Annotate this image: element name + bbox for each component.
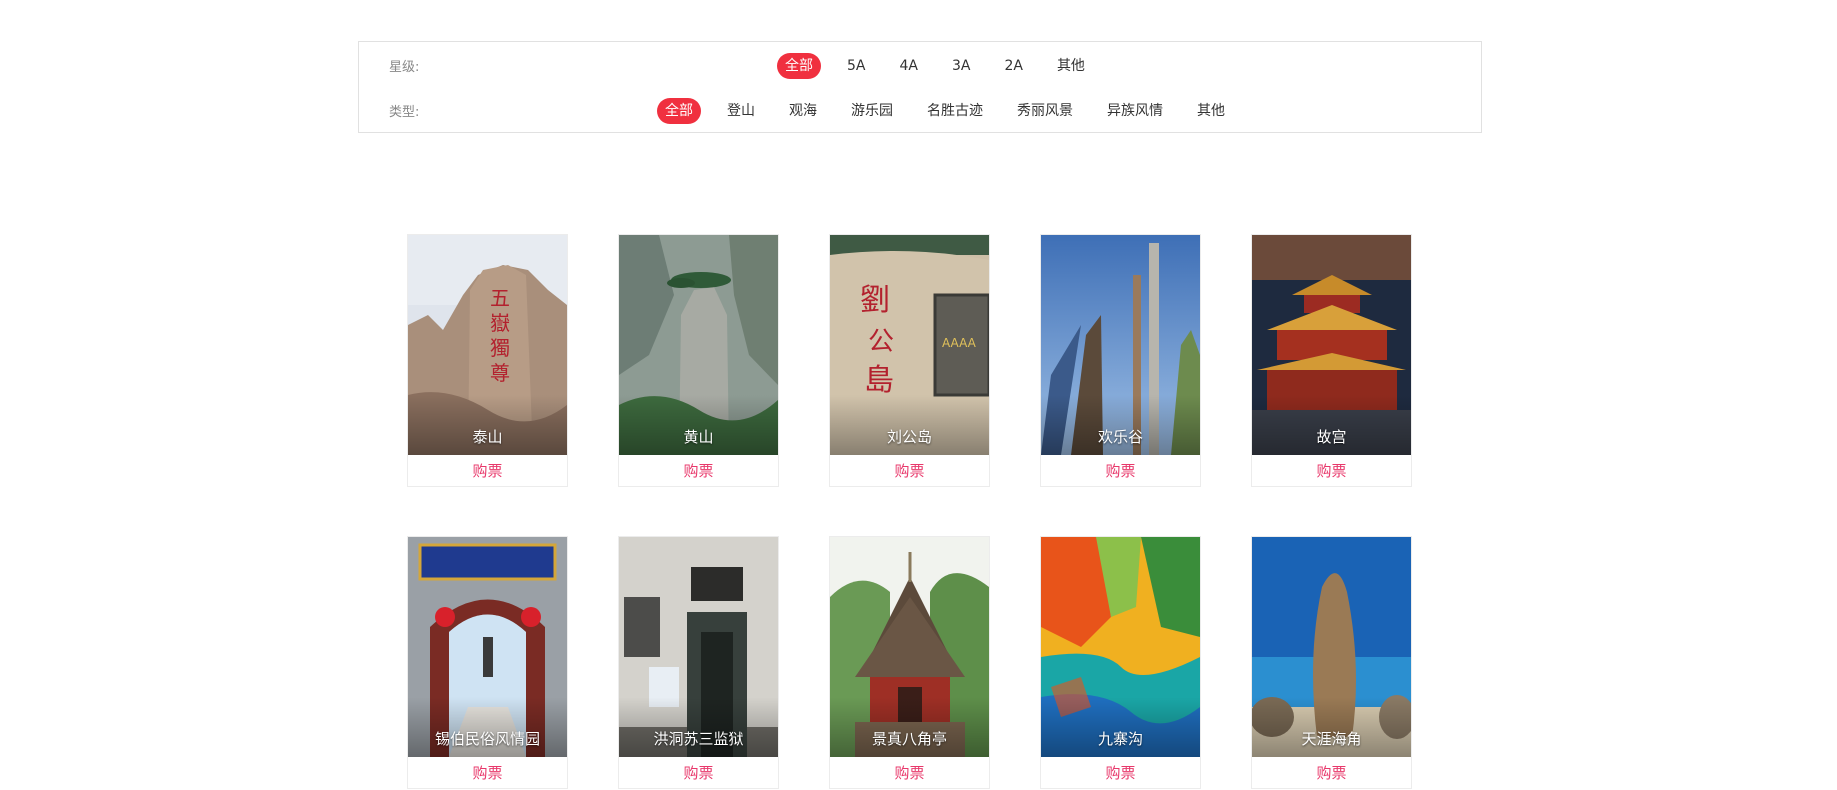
svg-text:島: 島 <box>864 363 894 398</box>
attraction-card[interactable]: 故宫 购票 <box>1251 234 1412 487</box>
attraction-card[interactable]: 锡伯民俗风情园 购票 <box>407 536 568 789</box>
svg-text:獨: 獨 <box>490 336 510 360</box>
attraction-card[interactable]: 洪洞苏三监狱 购票 <box>618 536 779 789</box>
svg-text:劉: 劉 <box>860 283 890 318</box>
type-option-scenery[interactable]: 秀丽风景 <box>1009 98 1081 124</box>
type-option-other[interactable]: 其他 <box>1189 98 1233 124</box>
star-option-4a[interactable]: 4A <box>891 53 925 79</box>
buy-ticket-link[interactable]: 购票 <box>1252 758 1411 788</box>
attraction-card[interactable]: AAAA 劉 公 島 刘公岛 购票 <box>829 234 990 487</box>
attraction-name: 景真八角亭 <box>871 730 947 748</box>
type-option-amusement-park[interactable]: 游乐园 <box>843 98 901 124</box>
type-option-mountain[interactable]: 登山 <box>719 98 763 124</box>
buy-ticket-link[interactable]: 购票 <box>408 456 567 486</box>
svg-text:公: 公 <box>868 327 894 357</box>
type-option-ethnic-culture[interactable]: 异族风情 <box>1099 98 1171 124</box>
star-option-3a[interactable]: 3A <box>944 53 978 79</box>
buy-ticket-link[interactable]: 购票 <box>1041 456 1200 486</box>
attraction-photo-happy-valley[interactable]: 欢乐谷 <box>1041 235 1200 455</box>
type-option-historic-site[interactable]: 名胜古迹 <box>919 98 991 124</box>
type-filter-label: 类型: <box>389 105 420 120</box>
buy-ticket-link[interactable]: 购票 <box>1041 758 1200 788</box>
filter-panel: 星级: 全部 5A 4A 3A 2A 其他 类型: 全部 登山 观海 游乐园 名… <box>358 41 1482 133</box>
buy-ticket-link[interactable]: 购票 <box>408 758 567 788</box>
attraction-card[interactable]: 景真八角亭 购票 <box>829 536 990 789</box>
star-filter-label: 星级: <box>389 60 420 75</box>
svg-text:AAAA: AAAA <box>942 336 977 350</box>
attraction-card[interactable]: 欢乐谷 购票 <box>1040 234 1201 487</box>
attraction-photo-liugongdao[interactable]: AAAA 劉 公 島 刘公岛 <box>830 235 989 455</box>
attraction-photo-jiuzhaigou[interactable]: 九寨沟 <box>1041 537 1200 757</box>
buy-ticket-link[interactable]: 购票 <box>830 758 989 788</box>
svg-text:嶽: 嶽 <box>490 311 510 335</box>
attraction-photo-huangshan[interactable]: 黄山 <box>619 235 778 455</box>
type-option-all[interactable]: 全部 <box>657 98 701 124</box>
attraction-card[interactable]: 五 嶽 獨 尊 泰山 购票 <box>407 234 568 487</box>
attraction-name: 黄山 <box>683 428 714 446</box>
buy-ticket-link[interactable]: 购票 <box>830 456 989 486</box>
attraction-name: 洪洞苏三监狱 <box>653 730 744 748</box>
attraction-photo-susan-prison[interactable]: 洪洞苏三监狱 <box>619 537 778 757</box>
attraction-name: 锡伯民俗风情园 <box>434 730 540 748</box>
svg-text:五: 五 <box>490 286 510 310</box>
svg-text:尊: 尊 <box>490 361 510 385</box>
attraction-name: 天涯海角 <box>1301 730 1362 748</box>
attraction-photo-xibo-folk-park[interactable]: 锡伯民俗风情园 <box>408 537 567 757</box>
attraction-photo-tianya-haijiao[interactable]: 天涯海角 <box>1252 537 1411 757</box>
star-option-2a[interactable]: 2A <box>996 53 1030 79</box>
type-filter-row: 类型: 全部 登山 观海 游乐园 名胜古迹 秀丽风景 异族风情 其他 <box>359 98 1481 126</box>
type-filter-options: 全部 登山 观海 游乐园 名胜古迹 秀丽风景 异族风情 其他 <box>657 98 1233 124</box>
star-filter-options: 全部 5A 4A 3A 2A 其他 <box>777 53 1093 79</box>
buy-ticket-link[interactable]: 购票 <box>619 456 778 486</box>
attraction-name: 欢乐谷 <box>1097 428 1143 446</box>
attraction-photo-taishan[interactable]: 五 嶽 獨 尊 泰山 <box>408 235 567 455</box>
attraction-card[interactable]: 九寨沟 购票 <box>1040 536 1201 789</box>
attraction-card[interactable]: 黄山 购票 <box>618 234 779 487</box>
star-option-5a[interactable]: 5A <box>839 53 873 79</box>
attraction-photo-forbidden-city[interactable]: 故宫 <box>1252 235 1411 455</box>
attraction-name: 刘公岛 <box>886 428 932 446</box>
type-option-sea[interactable]: 观海 <box>781 98 825 124</box>
star-option-other[interactable]: 其他 <box>1049 53 1093 79</box>
buy-ticket-link[interactable]: 购票 <box>619 758 778 788</box>
attraction-card[interactable]: 天涯海角 购票 <box>1251 536 1412 789</box>
attraction-photo-jingzhen-pavilion[interactable]: 景真八角亭 <box>830 537 989 757</box>
buy-ticket-link[interactable]: 购票 <box>1252 456 1411 486</box>
attraction-name: 九寨沟 <box>1097 730 1143 748</box>
attraction-name: 故宫 <box>1316 428 1347 446</box>
star-filter-row: 星级: 全部 5A 4A 3A 2A 其他 <box>359 53 1481 81</box>
star-option-all[interactable]: 全部 <box>777 53 821 79</box>
attraction-name: 泰山 <box>472 428 503 446</box>
